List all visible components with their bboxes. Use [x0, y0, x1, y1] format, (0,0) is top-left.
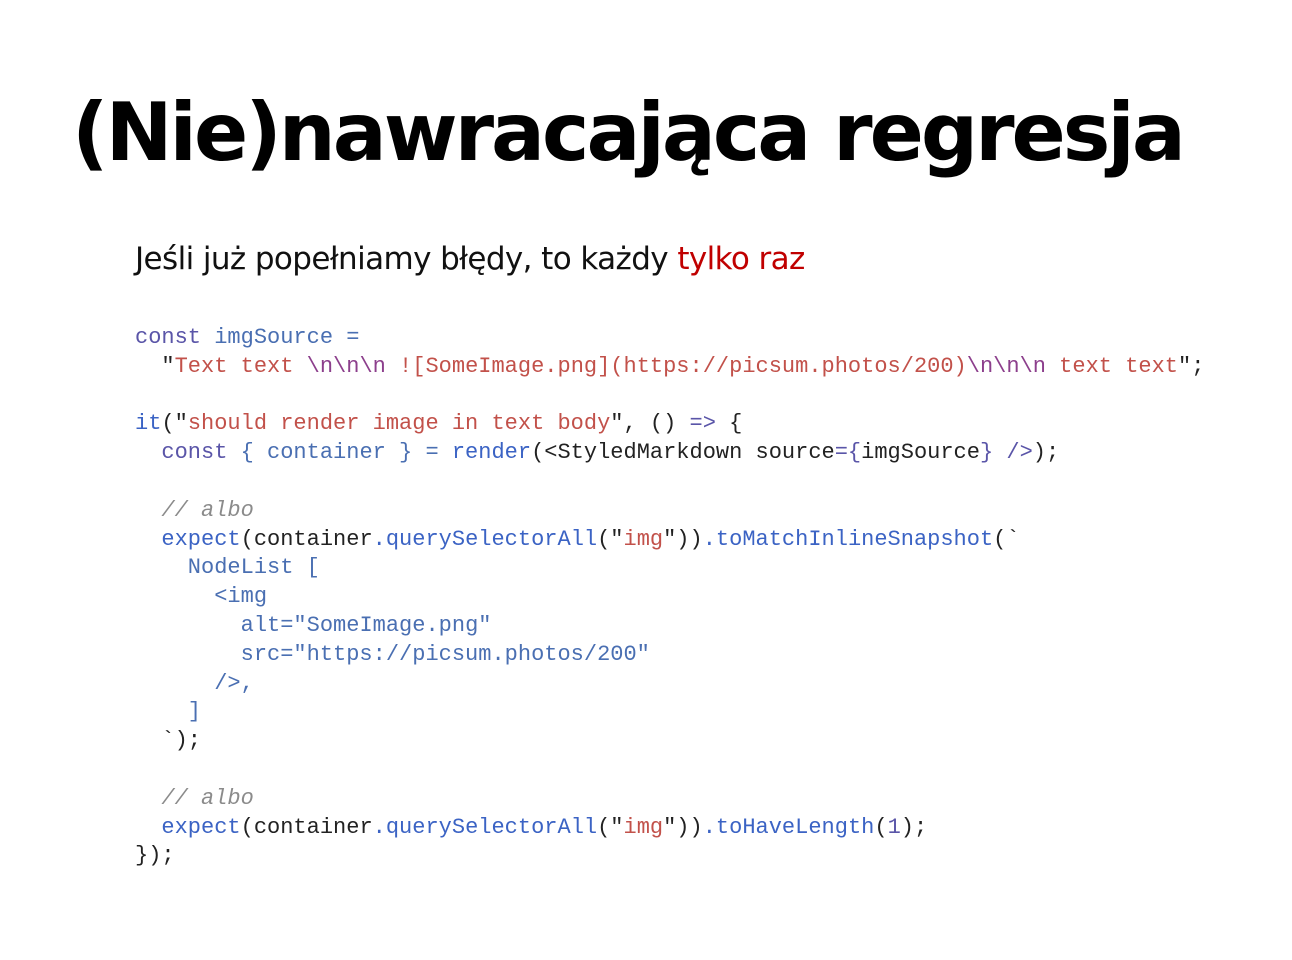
- code-line: `);: [135, 727, 1204, 756]
- code-line: const imgSource =: [135, 324, 1204, 353]
- code-token: {: [715, 411, 743, 437]
- code-token: text text: [1045, 353, 1179, 379]
- code-token: ]: [135, 699, 202, 725]
- code-token: img: [623, 814, 664, 840]
- code-token: ")): [663, 814, 703, 840]
- code-token: const: [161, 440, 241, 466]
- subtitle-highlight: tylko raz: [677, 241, 805, 277]
- code-token: (": [597, 526, 624, 552]
- code-token: render: [451, 440, 532, 466]
- code-token: ![SomeImage.png](https://picsum.photos/2…: [385, 353, 967, 379]
- slide-subtitle: Jeśli już popełniamy błędy, to każdy tyl…: [135, 236, 805, 282]
- code-line: alt="SomeImage.png": [135, 612, 1204, 641]
- code-token: // albo: [135, 497, 254, 523]
- code-token: .querySelectorAll: [372, 526, 598, 552]
- code-token: ")): [663, 526, 703, 552]
- code-block: const imgSource = "Text text \n\n\n ![So…: [135, 324, 1204, 871]
- code-token: expect: [161, 814, 241, 840]
- code-token: .querySelectorAll: [372, 814, 598, 840]
- code-line: expect(container.querySelectorAll("img")…: [135, 526, 1204, 555]
- code-token: (": [597, 814, 624, 840]
- code-token: });: [135, 843, 175, 869]
- code-token: const: [135, 325, 215, 350]
- code-token: imgSource =: [214, 325, 360, 350]
- subtitle-text: Jeśli już popełniamy błędy, to każdy: [135, 241, 678, 277]
- code-token: />,: [135, 670, 254, 696]
- code-token: should render image in text body: [187, 411, 611, 437]
- code-token: \n\n\n: [306, 353, 386, 379]
- code-token: Text text: [174, 353, 307, 379]
- code-token: \n\n\n: [966, 353, 1046, 379]
- code-token: (": [161, 411, 188, 437]
- code-token: ": [135, 353, 175, 379]
- code-line: expect(container.querySelectorAll("img")…: [135, 814, 1204, 843]
- code-line: NodeList [: [135, 554, 1204, 583]
- code-token: (: [874, 814, 888, 840]
- code-token: img: [623, 526, 664, 552]
- code-token: imgSource: [861, 440, 980, 466]
- code-token: alt=": [135, 612, 307, 638]
- code-token: // albo: [135, 785, 254, 811]
- code-token: ={: [834, 440, 862, 466]
- code-line: it("should render image in text body", (…: [135, 410, 1204, 439]
- code-token: 1: [887, 814, 901, 840]
- code-token: );: [1032, 440, 1060, 466]
- code-line: });: [135, 842, 1204, 871]
- code-token: <img: [135, 584, 268, 610]
- code-token: .toMatchInlineSnapshot: [702, 526, 994, 552]
- code-line: // albo: [135, 785, 1204, 814]
- code-line: ]: [135, 698, 1204, 727]
- code-token: NodeList [: [135, 555, 320, 581]
- slide-title: (Nie)nawracająca regresja: [72, 86, 1186, 179]
- code-token: it: [135, 411, 162, 437]
- code-token: src="https://picsum.photos/200": [135, 641, 650, 667]
- code-token: (container: [240, 814, 373, 840]
- code-token: );: [900, 814, 928, 840]
- code-token: } />: [979, 440, 1033, 466]
- code-token: `);: [135, 728, 202, 754]
- code-token: .toHaveLength: [702, 814, 875, 840]
- code-line: <img: [135, 583, 1204, 612]
- code-token: SomeImage.png": [306, 612, 492, 638]
- code-line: "Text text \n\n\n ![SomeImage.png](https…: [135, 353, 1204, 382]
- code-line: />,: [135, 670, 1204, 699]
- code-line: // albo: [135, 497, 1204, 526]
- code-line: src="https://picsum.photos/200": [135, 641, 1204, 670]
- code-line: const { container } = render(<StyledMark…: [135, 439, 1204, 468]
- code-token: ";: [1178, 353, 1205, 379]
- code-token: (<StyledMarkdown source: [531, 440, 835, 466]
- code-token: =>: [689, 411, 716, 437]
- slide: (Nie)nawracająca regresja Jeśli już pope…: [0, 0, 1292, 960]
- code-token: expect: [161, 526, 241, 552]
- code-token: (`: [993, 526, 1020, 552]
- code-token: (container: [240, 526, 373, 552]
- code-token: { container } =: [240, 440, 452, 466]
- code-token: ", (): [610, 411, 690, 437]
